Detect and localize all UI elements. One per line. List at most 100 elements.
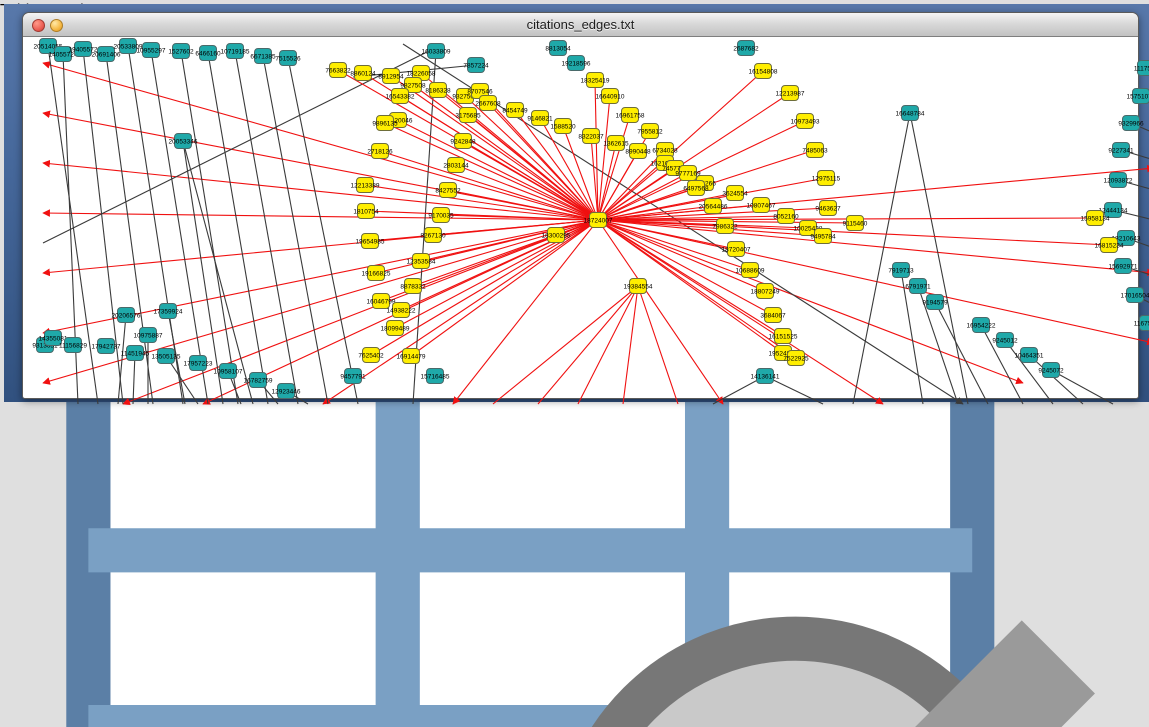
graph-node[interactable]: 20053346 xyxy=(169,134,198,149)
graph-node-selected[interactable]: 16151525 xyxy=(769,329,798,344)
graph-node-selected[interactable]: 2667608 xyxy=(475,96,501,111)
graph-node[interactable]: 7857224 xyxy=(463,58,489,73)
citation-edge[interactable] xyxy=(235,51,298,404)
graph-node[interactable]: 17942737 xyxy=(92,339,121,354)
graph-node-selected[interactable]: 16914479 xyxy=(397,349,426,364)
citation-edge[interactable] xyxy=(853,113,910,404)
graph-node-selected[interactable]: 16154808 xyxy=(749,64,778,79)
graph-node-selected[interactable]: 9170035 xyxy=(428,208,454,223)
citation-edge[interactable] xyxy=(263,56,328,404)
node-label: 3684067 xyxy=(760,312,786,319)
graph-node[interactable]: 1117534 xyxy=(1134,61,1149,76)
graph-node[interactable]: 1527602 xyxy=(168,44,194,59)
citation-edge[interactable] xyxy=(288,58,358,404)
graph-node[interactable]: 6671385 xyxy=(250,49,276,64)
graph-node[interactable]: 9245012 xyxy=(992,333,1018,348)
network-canvas[interactable]: 2051405514055724194055722069140620533809… xyxy=(23,13,1138,727)
graph-node[interactable]: 15751074 xyxy=(1127,89,1149,104)
graph-node[interactable]: 17957223 xyxy=(184,356,213,371)
graph-node-selected[interactable]: 8878332 xyxy=(400,279,426,294)
graph-node[interactable]: 16954222 xyxy=(967,318,996,333)
graph-node-selected[interactable]: 8427552 xyxy=(435,183,461,198)
graph-node-selected[interactable]: 16046799 xyxy=(367,294,396,309)
graph-node-selected[interactable]: 8267130 xyxy=(420,228,446,243)
citation-edge-selected[interactable] xyxy=(598,143,616,220)
graph-node-selected[interactable]: 19654985 xyxy=(356,234,385,249)
graph-node-selected[interactable]: 18807249 xyxy=(751,284,780,299)
graph-node-selected[interactable]: 8454749 xyxy=(502,103,528,118)
graph-node-selected[interactable]: 19384554 xyxy=(624,279,653,294)
citation-edge-selected[interactable] xyxy=(598,220,723,404)
graph-node[interactable]: 10975887 xyxy=(134,328,163,343)
graph-node[interactable]: 2687682 xyxy=(733,41,759,56)
graph-node[interactable]: 10464351 xyxy=(1015,348,1044,363)
graph-node[interactable]: 16033809 xyxy=(422,44,451,59)
citation-edge-selected[interactable] xyxy=(413,85,598,220)
graph-node-selected[interactable]: 1810754 xyxy=(353,204,379,219)
graph-node-selected[interactable]: 18720407 xyxy=(722,242,751,257)
graph-node-selected[interactable]: 9495784 xyxy=(810,229,836,244)
citation-edge-selected[interactable] xyxy=(598,220,1149,343)
citation-edge-selected[interactable] xyxy=(43,63,598,220)
graph-node-selected[interactable]: 16640910 xyxy=(596,89,625,104)
citation-network-graph[interactable]: 2051405514055724194055722069140620533809… xyxy=(23,13,1149,413)
graph-node-selected[interactable]: 12353584 xyxy=(407,254,436,269)
graph-node[interactable]: 19218596 xyxy=(562,56,591,71)
node-label: 6466160 xyxy=(195,50,221,57)
citation-edge-selected[interactable] xyxy=(385,123,598,220)
graph-node-selected[interactable]: 16961758 xyxy=(616,108,645,123)
graph-node-selected[interactable]: 10688609 xyxy=(736,263,765,278)
graph-node[interactable]: 10719185 xyxy=(221,44,250,59)
graph-node-selected[interactable]: 12213389 xyxy=(351,178,380,193)
graph-node-selected[interactable]: 8912954 xyxy=(378,69,404,84)
graph-node[interactable]: 9329966 xyxy=(1118,116,1144,131)
citation-edge[interactable] xyxy=(208,53,268,404)
citation-edge-selected[interactable] xyxy=(638,286,678,404)
graph-node-selected[interactable]: 7485063 xyxy=(802,143,828,158)
graph-node[interactable]: 15716485 xyxy=(421,369,450,384)
graph-node[interactable]: 20206576 xyxy=(112,308,141,323)
graph-node-selected[interactable]: 12213987 xyxy=(776,86,805,101)
graph-node[interactable]: 9457791 xyxy=(340,369,366,384)
resize-grip[interactable] xyxy=(23,418,1138,727)
node-label: 16648784 xyxy=(896,110,925,117)
window-titlebar[interactable]: citations_edges.txt xyxy=(23,13,1138,37)
graph-node[interactable]: 12093872 xyxy=(1104,173,1133,188)
citation-edge-selected[interactable] xyxy=(598,220,783,336)
citation-edge-selected[interactable] xyxy=(538,286,638,404)
graph-node-selected[interactable]: 2718126 xyxy=(367,144,393,159)
graph-node[interactable]: 6466160 xyxy=(195,46,221,61)
graph-node[interactable]: 8813054 xyxy=(545,41,571,56)
graph-node[interactable]: 7515526 xyxy=(275,51,301,66)
graph-node[interactable]: 7919713 xyxy=(888,263,914,278)
graph-node-selected[interactable]: 8322037 xyxy=(578,129,604,144)
graph-node-selected[interactable]: 8990448 xyxy=(625,144,651,159)
citation-edge[interactable] xyxy=(181,51,238,404)
graph-node-selected[interactable]: 7986322 xyxy=(712,219,738,234)
graph-node-selected[interactable]: 8052160 xyxy=(773,209,799,224)
citation-edge-selected[interactable] xyxy=(578,286,638,404)
node-label: 2667608 xyxy=(475,100,501,107)
graph-node-selected[interactable]: 3684067 xyxy=(760,308,786,323)
citation-edge-selected[interactable] xyxy=(623,286,638,404)
citation-edge[interactable] xyxy=(1051,370,1113,404)
graph-node[interactable]: 11675345 xyxy=(1134,316,1149,331)
graph-node-selected[interactable]: 12975115 xyxy=(812,171,841,186)
graph-node-selected[interactable]: 9463627 xyxy=(815,201,841,216)
graph-node[interactable]: 6791971 xyxy=(905,279,931,294)
graph-node-selected[interactable]: 7522925 xyxy=(783,351,809,366)
graph-node-selected[interactable]: 18325419 xyxy=(581,73,610,88)
graph-node-selected[interactable]: 1588520 xyxy=(550,119,576,134)
graph-node[interactable]: 9227341 xyxy=(1108,143,1134,158)
graph-node-selected[interactable]: 3624554 xyxy=(722,186,748,201)
citation-edge[interactable] xyxy=(910,113,968,404)
graph-node-selected[interactable]: 9146821 xyxy=(527,111,553,126)
graph-node[interactable]: 10958107 xyxy=(214,364,243,379)
node-label: 7663822 xyxy=(325,67,351,74)
graph-node-selected[interactable]: 7955812 xyxy=(637,124,663,139)
graph-node-selected[interactable]: 9115460 xyxy=(843,216,868,231)
node-label: 19384554 xyxy=(624,283,653,290)
graph-node[interactable]: 16648784 xyxy=(896,106,925,121)
graph-node-selected[interactable]: 10807467 xyxy=(747,198,776,213)
citation-edge-selected[interactable] xyxy=(493,286,638,404)
